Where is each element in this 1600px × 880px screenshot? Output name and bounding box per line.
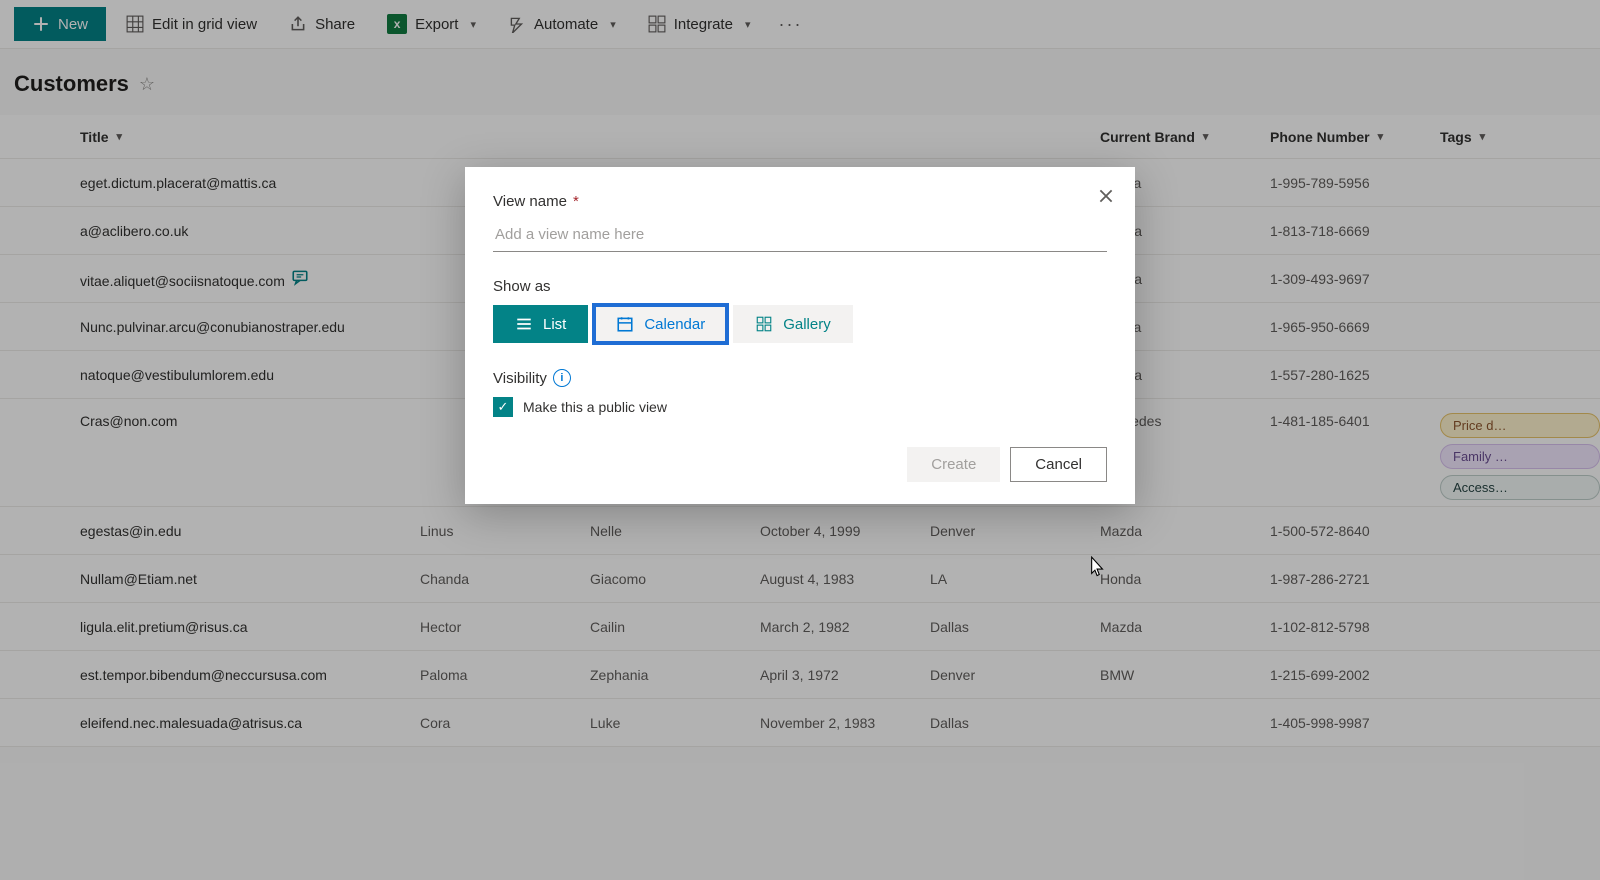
visibility-label: Visibility i bbox=[493, 369, 1107, 387]
close-button[interactable] bbox=[1091, 181, 1121, 216]
show-as-label: Show as bbox=[493, 278, 1107, 295]
public-view-label: Make this a public view bbox=[523, 399, 667, 415]
view-name-label: View name * bbox=[493, 193, 1107, 210]
create-view-dialog: View name * Show as List Calendar Galler… bbox=[465, 167, 1135, 504]
view-name-input[interactable] bbox=[493, 220, 1107, 252]
public-view-checkbox-row[interactable]: ✓ Make this a public view bbox=[493, 397, 1107, 417]
show-as-gallery-button[interactable]: Gallery bbox=[733, 305, 853, 343]
calendar-icon bbox=[616, 315, 634, 333]
modal-overlay: View name * Show as List Calendar Galler… bbox=[0, 0, 1600, 880]
dialog-actions: Create Cancel bbox=[493, 447, 1107, 482]
info-icon[interactable]: i bbox=[553, 369, 571, 387]
checkbox-icon: ✓ bbox=[493, 397, 513, 417]
show-as-list-button[interactable]: List bbox=[493, 305, 588, 343]
cancel-button[interactable]: Cancel bbox=[1010, 447, 1107, 482]
gallery-icon bbox=[755, 315, 773, 333]
mouse-cursor-icon bbox=[1085, 555, 1107, 581]
show-as-calendar-button[interactable]: Calendar bbox=[594, 305, 727, 343]
create-button[interactable]: Create bbox=[907, 447, 1000, 482]
show-as-options: List Calendar Gallery bbox=[493, 305, 1107, 343]
close-icon bbox=[1097, 187, 1115, 205]
list-icon bbox=[515, 315, 533, 333]
